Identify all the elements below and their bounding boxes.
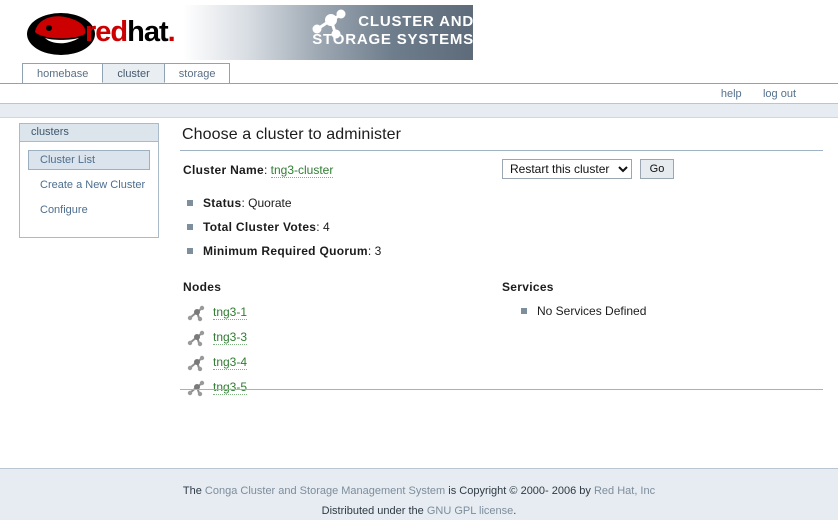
sidebar-item-create-new-cluster[interactable]: Create a New Cluster: [28, 175, 150, 195]
node-row[interactable]: tng3-1: [183, 304, 483, 329]
node-icon: [186, 354, 206, 375]
footer-line-2: Distributed under the GNU GPL license.: [0, 501, 838, 521]
gnu-gpl-link[interactable]: GNU GPL license: [427, 505, 513, 517]
wordmark-dot: .: [167, 16, 176, 48]
sidebar-item-cluster-list[interactable]: Cluster List: [28, 150, 150, 170]
node-icon: [186, 304, 206, 325]
cluster-name-row: Cluster Name: tng3-cluster Restart this …: [180, 151, 823, 191]
fact-min-quorum: Minimum Required Quorum: 3: [186, 244, 823, 268]
redhat-wordmark: redhat.: [85, 16, 176, 48]
services-column: Services No Services Defined: [502, 280, 802, 318]
fact-min-quorum-value: 3: [374, 244, 382, 258]
cluster-name-link[interactable]: tng3-cluster: [270, 163, 334, 178]
redhat-inc-link[interactable]: Red Hat, Inc: [594, 485, 655, 497]
cluster-name-block: Cluster Name: tng3-cluster: [183, 163, 334, 178]
cluster-facts-list: Status: Quorate Total Cluster Votes: 4 M…: [180, 196, 823, 268]
subbar-strip: [0, 104, 838, 118]
content-bottom-divider: [180, 389, 823, 390]
fact-total-votes-label: Total Cluster Votes: [203, 220, 317, 234]
cluster-action-select[interactable]: Restart this clusterStart this clusterSt…: [502, 159, 632, 179]
footer-line-1: The Conga Cluster and Storage Management…: [0, 481, 838, 501]
node-row[interactable]: tng3-4: [183, 354, 483, 379]
main-tabbar: homebase cluster storage: [0, 63, 838, 84]
tab-storage[interactable]: storage: [163, 63, 231, 83]
footer-line2-pre: Distributed under the: [321, 505, 427, 517]
cluster-name-label: Cluster Name: [183, 163, 264, 177]
sidebar-items: Cluster List Create a New Cluster Config…: [20, 142, 158, 237]
fact-min-quorum-label: Minimum Required Quorum: [203, 244, 368, 258]
wordmark-red: red: [85, 16, 128, 48]
nodes-column: Nodes tng3-1 tng3-3 tng3-4 tng3-5: [183, 280, 483, 404]
banner-title-line1: CLUSTER AND: [358, 13, 474, 30]
sidebar-title: clusters: [20, 124, 158, 142]
nodes-services-columns: Nodes tng3-1 tng3-3 tng3-4 tng3-5 Servic…: [180, 280, 823, 400]
site-header: redhat. CLUSTER AND STORAGE SYSTEMS: [0, 0, 838, 63]
cluster-action-area: Restart this clusterStart this clusterSt…: [502, 159, 674, 179]
node-link-tng3-1[interactable]: tng3-1: [213, 305, 248, 320]
logout-link[interactable]: log out: [763, 88, 796, 100]
sidebar: clusters Cluster List Create a New Clust…: [19, 123, 159, 238]
page-body: clusters Cluster List Create a New Clust…: [0, 118, 838, 466]
cluster-name-colon: :: [263, 163, 271, 177]
fact-status-label: Status: [203, 196, 242, 210]
fact-total-votes: Total Cluster Votes: 4: [186, 220, 823, 244]
services-empty-item: No Services Defined: [521, 304, 802, 318]
main-content: Choose a cluster to administer Cluster N…: [180, 118, 823, 400]
node-icon: [186, 329, 206, 350]
node-link-tng3-3[interactable]: tng3-3: [213, 330, 248, 345]
utility-bar: help log out: [0, 84, 838, 104]
nodes-heading: Nodes: [183, 280, 222, 294]
fact-status-value: Quorate: [248, 196, 292, 210]
wordmark-hat: hat: [127, 16, 168, 48]
sidebar-item-configure[interactable]: Configure: [28, 200, 150, 220]
help-link[interactable]: help: [721, 88, 742, 100]
tab-homebase[interactable]: homebase: [22, 63, 104, 83]
fact-total-votes-value: 4: [322, 220, 330, 234]
services-heading: Services: [502, 280, 554, 294]
node-link-tng3-4[interactable]: tng3-4: [213, 355, 248, 370]
banner-title: CLUSTER AND STORAGE SYSTEMS: [284, 13, 474, 49]
site-footer: The Conga Cluster and Storage Management…: [0, 468, 838, 520]
conga-link[interactable]: Conga Cluster and Storage Management Sys…: [205, 485, 445, 497]
footer-line1-mid: is Copyright © 2000- 2006 by: [445, 485, 594, 497]
page-title: Choose a cluster to administer: [182, 126, 402, 143]
node-link-tng3-5[interactable]: tng3-5: [213, 380, 248, 395]
go-button[interactable]: Go: [640, 159, 674, 179]
tab-cluster[interactable]: cluster: [102, 63, 165, 83]
footer-line2-post: .: [513, 505, 517, 517]
node-row[interactable]: tng3-5: [183, 379, 483, 404]
services-list: No Services Defined: [502, 304, 802, 318]
banner-title-line2: STORAGE SYSTEMS: [312, 31, 474, 48]
footer-line1-pre: The: [182, 485, 205, 497]
node-row[interactable]: tng3-3: [183, 329, 483, 354]
fact-status: Status: Quorate: [186, 196, 823, 220]
